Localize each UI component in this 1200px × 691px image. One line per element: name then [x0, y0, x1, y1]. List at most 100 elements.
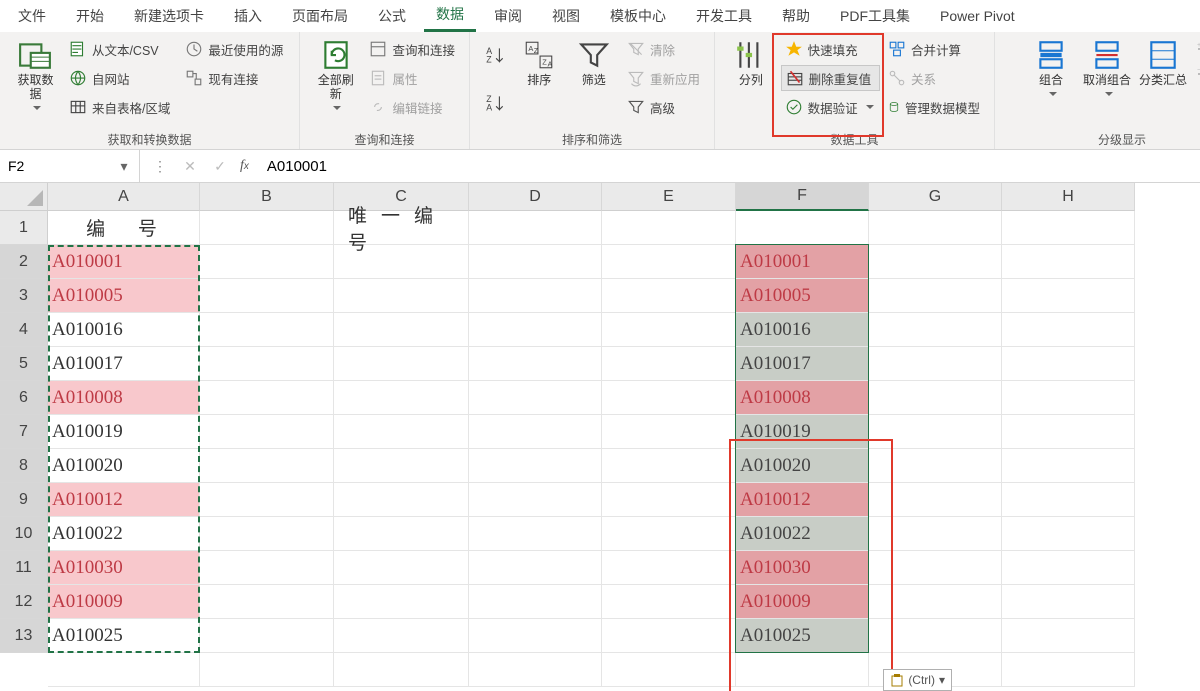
cell-G4[interactable] — [869, 313, 1002, 347]
cell-C14[interactable] — [334, 653, 469, 687]
cell-A7[interactable]: A010019 — [48, 415, 200, 449]
cell-D4[interactable] — [469, 313, 602, 347]
cell-D2[interactable] — [469, 245, 602, 279]
cell-G2[interactable] — [869, 245, 1002, 279]
consolidate-button[interactable]: 合并计算 — [884, 36, 984, 62]
cell-F10[interactable]: A010022 — [736, 517, 869, 551]
tab-文件[interactable]: 文件 — [6, 1, 58, 31]
cell-H3[interactable] — [1002, 279, 1135, 313]
manage-data-model-button[interactable]: 管理数据模型 — [884, 94, 984, 120]
existing-connections-button[interactable]: 现有连接 — [181, 65, 289, 91]
cell-D9[interactable] — [469, 483, 602, 517]
cell-D14[interactable] — [469, 653, 602, 687]
reapply-button[interactable]: 重新应用 — [623, 65, 704, 91]
cell-H1[interactable] — [1002, 211, 1135, 245]
cell-C7[interactable] — [334, 415, 469, 449]
cell-H11[interactable] — [1002, 551, 1135, 585]
cell-A14[interactable] — [48, 653, 200, 687]
name-box-dropdown-icon[interactable]: ▾ — [117, 158, 131, 175]
cell-D5[interactable] — [469, 347, 602, 381]
cell-H10[interactable] — [1002, 517, 1135, 551]
cell-C9[interactable] — [334, 483, 469, 517]
name-box[interactable]: ▾ — [0, 150, 140, 182]
from-text-csv-button[interactable]: 从文本/CSV — [65, 36, 177, 62]
cell-A12[interactable]: A010009 — [48, 585, 200, 619]
cell-F8[interactable]: A010020 — [736, 449, 869, 483]
cell-E9[interactable] — [602, 483, 736, 517]
from-table-range-button[interactable]: 来自表格/区域 — [65, 94, 177, 120]
data-validation-button[interactable]: 数据验证 — [781, 94, 880, 120]
cell-A5[interactable]: A010017 — [48, 347, 200, 381]
cell-B11[interactable] — [200, 551, 334, 585]
cell-G5[interactable] — [869, 347, 1002, 381]
cell-D10[interactable] — [469, 517, 602, 551]
group-button[interactable]: 组合 — [1025, 36, 1077, 100]
cell-A10[interactable]: A010022 — [48, 517, 200, 551]
cell-C13[interactable] — [334, 619, 469, 653]
recent-sources-button[interactable]: 最近使用的源 — [181, 36, 289, 62]
cell-E4[interactable] — [602, 313, 736, 347]
cell-H14[interactable] — [1002, 653, 1135, 687]
cell-B1[interactable] — [200, 211, 334, 245]
cell-H13[interactable] — [1002, 619, 1135, 653]
row-header-6[interactable]: 6 — [0, 381, 48, 415]
cell-G3[interactable] — [869, 279, 1002, 313]
cell-F4[interactable]: A010016 — [736, 313, 869, 347]
tab-开始[interactable]: 开始 — [64, 1, 116, 31]
cell-F6[interactable]: A010008 — [736, 381, 869, 415]
tab-审阅[interactable]: 审阅 — [482, 1, 534, 31]
tab-插入[interactable]: 插入 — [222, 1, 274, 31]
formula-more-icon[interactable]: ⋮ — [150, 158, 170, 175]
cell-E8[interactable] — [602, 449, 736, 483]
cell-A9[interactable]: A010012 — [48, 483, 200, 517]
tab-页面布局[interactable]: 页面布局 — [280, 1, 360, 31]
formula-input[interactable] — [259, 150, 1200, 182]
cell-G12[interactable] — [869, 585, 1002, 619]
cell-H6[interactable] — [1002, 381, 1135, 415]
row-header-8[interactable]: 8 — [0, 449, 48, 483]
cell-C4[interactable] — [334, 313, 469, 347]
cell-G9[interactable] — [869, 483, 1002, 517]
cell-B10[interactable] — [200, 517, 334, 551]
cell-E2[interactable] — [602, 245, 736, 279]
cell-F9[interactable]: A010012 — [736, 483, 869, 517]
cell-H8[interactable] — [1002, 449, 1135, 483]
edit-links-button[interactable]: 编辑链接 — [365, 94, 459, 120]
cell-C5[interactable] — [334, 347, 469, 381]
cell-A11[interactable]: A010030 — [48, 551, 200, 585]
cell-B13[interactable] — [200, 619, 334, 653]
column-header-E[interactable]: E — [602, 183, 736, 211]
row-header-13[interactable]: 13 — [0, 619, 48, 653]
cell-E12[interactable] — [602, 585, 736, 619]
cell-B4[interactable] — [200, 313, 334, 347]
cell-C3[interactable] — [334, 279, 469, 313]
row-header-5[interactable]: 5 — [0, 347, 48, 381]
cell-A6[interactable]: A010008 — [48, 381, 200, 415]
row-header-2[interactable]: 2 — [0, 245, 48, 279]
queries-connections-button[interactable]: 查询和连接 — [365, 36, 459, 62]
cell-H2[interactable] — [1002, 245, 1135, 279]
cell-E3[interactable] — [602, 279, 736, 313]
cell-G7[interactable] — [869, 415, 1002, 449]
cell-E1[interactable] — [602, 211, 736, 245]
get-data-button[interactable]: 获取数 据 — [10, 36, 61, 114]
cell-F7[interactable]: A010019 — [736, 415, 869, 449]
cell-G1[interactable] — [869, 211, 1002, 245]
tab-公式[interactable]: 公式 — [366, 1, 418, 31]
row-header-10[interactable]: 10 — [0, 517, 48, 551]
cell-H12[interactable] — [1002, 585, 1135, 619]
cell-G6[interactable] — [869, 381, 1002, 415]
column-header-D[interactable]: D — [469, 183, 602, 211]
cell-G10[interactable] — [869, 517, 1002, 551]
cell-D13[interactable] — [469, 619, 602, 653]
cell-E11[interactable] — [602, 551, 736, 585]
cell-H7[interactable] — [1002, 415, 1135, 449]
cell-E7[interactable] — [602, 415, 736, 449]
cell-C1[interactable]: 唯一编号 — [334, 211, 469, 245]
tab-PDF工具集[interactable]: PDF工具集 — [828, 1, 922, 31]
name-box-input[interactable] — [8, 158, 98, 174]
cell-F14[interactable] — [736, 653, 869, 687]
subtotal-button[interactable]: 分类汇总 — [1137, 36, 1189, 90]
cell-A2[interactable]: A010001 — [48, 245, 200, 279]
cell-E14[interactable] — [602, 653, 736, 687]
